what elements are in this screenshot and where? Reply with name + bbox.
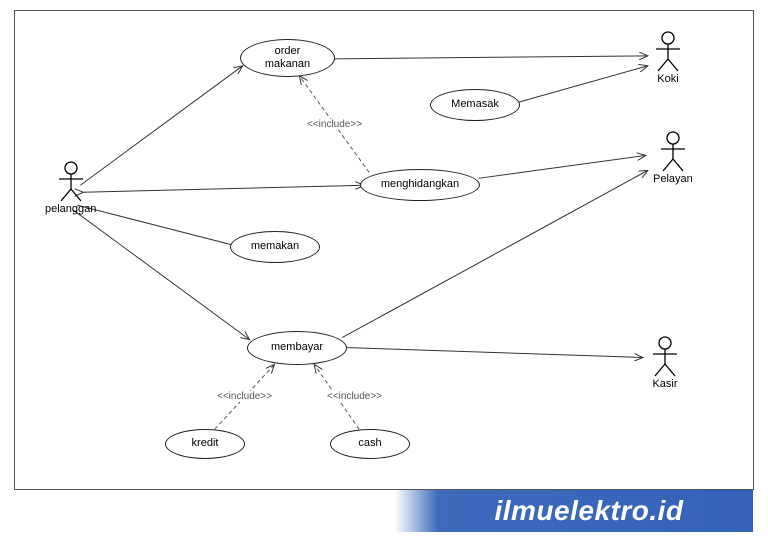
associations-layer (25, 21, 743, 479)
stereotype-include-3: <<include>> (325, 391, 384, 402)
usecase-membayar: membayar (247, 331, 347, 365)
actor-pelanggan: pelanggan (45, 161, 96, 215)
actor-koki: Koki (653, 31, 683, 85)
watermark-banner: ilmuelektro.id (395, 490, 753, 532)
usecase-memasak: Memasak (430, 89, 520, 121)
actor-pelanggan-label: pelanggan (45, 203, 96, 215)
stereotype-include-1: <<include>> (305, 119, 364, 130)
actor-kasir: Kasir (650, 336, 680, 390)
actor-pelayan-label: Pelayan (653, 173, 693, 185)
usecase-cash: cash (330, 429, 410, 459)
usecase-order-makanan: order makanan (240, 39, 335, 77)
usecase-kredit: kredit (165, 429, 245, 459)
actor-koki-label: Koki (653, 73, 683, 85)
diagram-frame: pelanggan Koki Pelayan (14, 10, 754, 490)
actor-kasir-label: Kasir (650, 378, 680, 390)
watermark-text: ilmuelektro.id (464, 495, 683, 527)
diagram-canvas: pelanggan Koki Pelayan (25, 21, 743, 479)
usecase-memakan: memakan (230, 231, 320, 263)
usecase-menghidangkan: menghidangkan (360, 169, 480, 201)
actor-pelayan: Pelayan (653, 131, 693, 185)
stereotype-include-2: <<include>> (215, 391, 274, 402)
